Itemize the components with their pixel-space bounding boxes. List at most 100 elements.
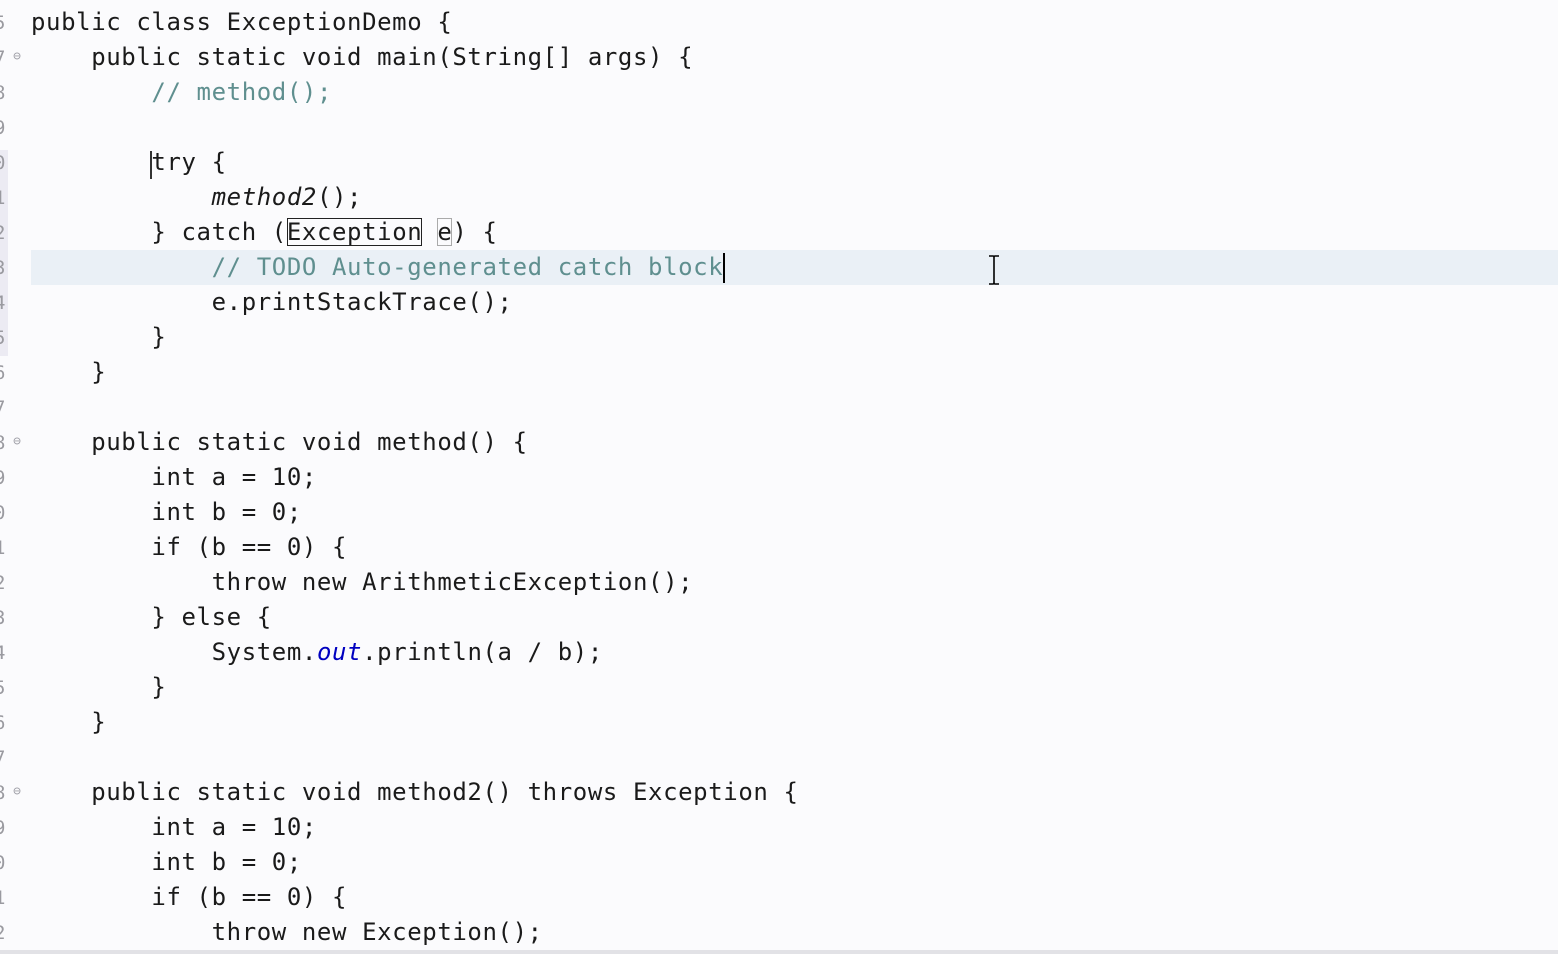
linked-edit-variable[interactable]: e [437, 218, 453, 246]
gutter-row: 1 [0, 180, 28, 215]
gutter-row: 8⊖ [0, 775, 28, 810]
line-number: 4 [0, 641, 5, 665]
keyword-try: try [151, 148, 197, 176]
line-number: 8 [0, 431, 5, 455]
gutter-row: 1 [0, 530, 28, 565]
code-text: System. [31, 638, 317, 666]
code-line[interactable]: int a = 10; [31, 460, 1558, 495]
line-number: 2 [0, 571, 5, 595]
code-text: public static void main(String[] args) { [31, 43, 694, 71]
code-line[interactable]: try { [31, 145, 1558, 180]
secondary-caret [150, 151, 152, 179]
line-number: 0 [0, 151, 5, 175]
code-line[interactable]: public class ExceptionDemo { [31, 5, 1558, 40]
line-number: 5 [0, 11, 5, 35]
code-text: public class ExceptionDemo { [31, 8, 453, 36]
line-number: 6 [0, 361, 5, 385]
line-number: 7 [0, 746, 5, 770]
code-line[interactable]: int b = 0; [31, 845, 1558, 880]
code-text: if (b == 0) { [31, 533, 348, 561]
code-line[interactable] [31, 740, 1558, 775]
code-line[interactable]: // method(); [31, 75, 1558, 110]
line-number: 5 [0, 676, 5, 700]
fold-collapse-icon[interactable]: ⊖ [10, 785, 24, 799]
code-line[interactable]: } [31, 705, 1558, 740]
code-text: { [196, 148, 227, 176]
code-text: throw new Exception(); [31, 918, 543, 946]
fold-collapse-icon[interactable]: ⊖ [10, 435, 24, 449]
code-editor[interactable]: 57⊖89012345678⊖9012345678⊖9012 public cl… [0, 0, 1558, 954]
code-line[interactable]: method2(); [31, 180, 1558, 215]
code-text: int b = 0; [31, 498, 302, 526]
code-line[interactable]: int a = 10; [31, 810, 1558, 845]
gutter-row: 2 [0, 915, 28, 950]
gutter-row: 8⊖ [0, 425, 28, 460]
code-line[interactable]: } else { [31, 600, 1558, 635]
line-number-gutter: 57⊖89012345678⊖9012345678⊖9012 [0, 0, 28, 954]
gutter-row: 7⊖ [0, 40, 28, 75]
line-number: 9 [0, 816, 5, 840]
code-line[interactable]: public static void main(String[] args) { [31, 40, 1558, 75]
current-line[interactable]: // TODO Auto-generated catch block [31, 250, 1558, 285]
line-number: 9 [0, 466, 5, 490]
line-number: 5 [0, 326, 5, 350]
gutter-row: 3 [0, 250, 28, 285]
gutter-row: 5 [0, 320, 28, 355]
code-line[interactable]: } catch (Exception e) { [31, 215, 1558, 250]
gutter-row: 8 [0, 75, 28, 110]
gutter-row: 7 [0, 390, 28, 425]
static-field[interactable]: out [317, 638, 362, 666]
line-number: 3 [0, 606, 5, 630]
code-line[interactable]: if (b == 0) { [31, 880, 1558, 915]
code-line[interactable]: } [31, 670, 1558, 705]
gutter-row: 0 [0, 845, 28, 880]
line-number: 8 [0, 81, 5, 105]
code-text: ) { [452, 218, 498, 246]
fold-collapse-icon[interactable]: ⊖ [10, 50, 24, 64]
code-line[interactable]: public static void method() { [31, 425, 1558, 460]
code-text: throw new ArithmeticException(); [31, 568, 694, 596]
line-number: 0 [0, 851, 5, 875]
gutter-row: 5 [0, 670, 28, 705]
code-line[interactable]: throw new ArithmeticException(); [31, 565, 1558, 600]
gutter-row: 9 [0, 110, 28, 145]
gutter-row: 2 [0, 565, 28, 600]
gutter-row: 2 [0, 215, 28, 250]
code-text: (); [316, 183, 363, 211]
code-line[interactable] [31, 390, 1558, 425]
gutter-row: 5 [0, 5, 28, 40]
code-text: int a = 10; [31, 463, 317, 491]
method-call[interactable]: method2 [212, 183, 317, 211]
code-text: } [31, 358, 107, 386]
line-number: 3 [0, 256, 5, 280]
line-number: 0 [0, 501, 5, 525]
code-line[interactable]: public static void method2() throws Exce… [31, 775, 1558, 810]
code-line[interactable]: System.out.println(a / b); [31, 635, 1558, 670]
code-text: .println(a / b); [362, 638, 603, 666]
code-text: } [31, 673, 167, 701]
code-line[interactable]: e.printStackTrace(); [31, 285, 1558, 320]
line-number: 6 [0, 711, 5, 735]
code-area[interactable]: public class ExceptionDemo { public stat… [31, 5, 1558, 950]
code-text: e.printStackTrace(); [31, 288, 513, 316]
line-number: 7 [0, 46, 5, 70]
code-text: } else { [31, 603, 272, 631]
code-line[interactable]: } [31, 320, 1558, 355]
code-text: } [31, 323, 167, 351]
code-text: int b = 0; [31, 848, 302, 876]
code-line[interactable]: int b = 0; [31, 495, 1558, 530]
code-line[interactable]: if (b == 0) { [31, 530, 1558, 565]
code-line[interactable] [31, 110, 1558, 145]
linked-edit-exception-type[interactable]: Exception [286, 218, 423, 246]
gutter-row: 3 [0, 600, 28, 635]
line-number: 1 [0, 886, 5, 910]
gutter-row: 6 [0, 705, 28, 740]
code-line[interactable]: throw new Exception(); [31, 915, 1558, 950]
code-line[interactable]: } [31, 355, 1558, 390]
i-beam-cursor-icon [989, 255, 999, 285]
code-text: if (b == 0) { [31, 883, 348, 911]
